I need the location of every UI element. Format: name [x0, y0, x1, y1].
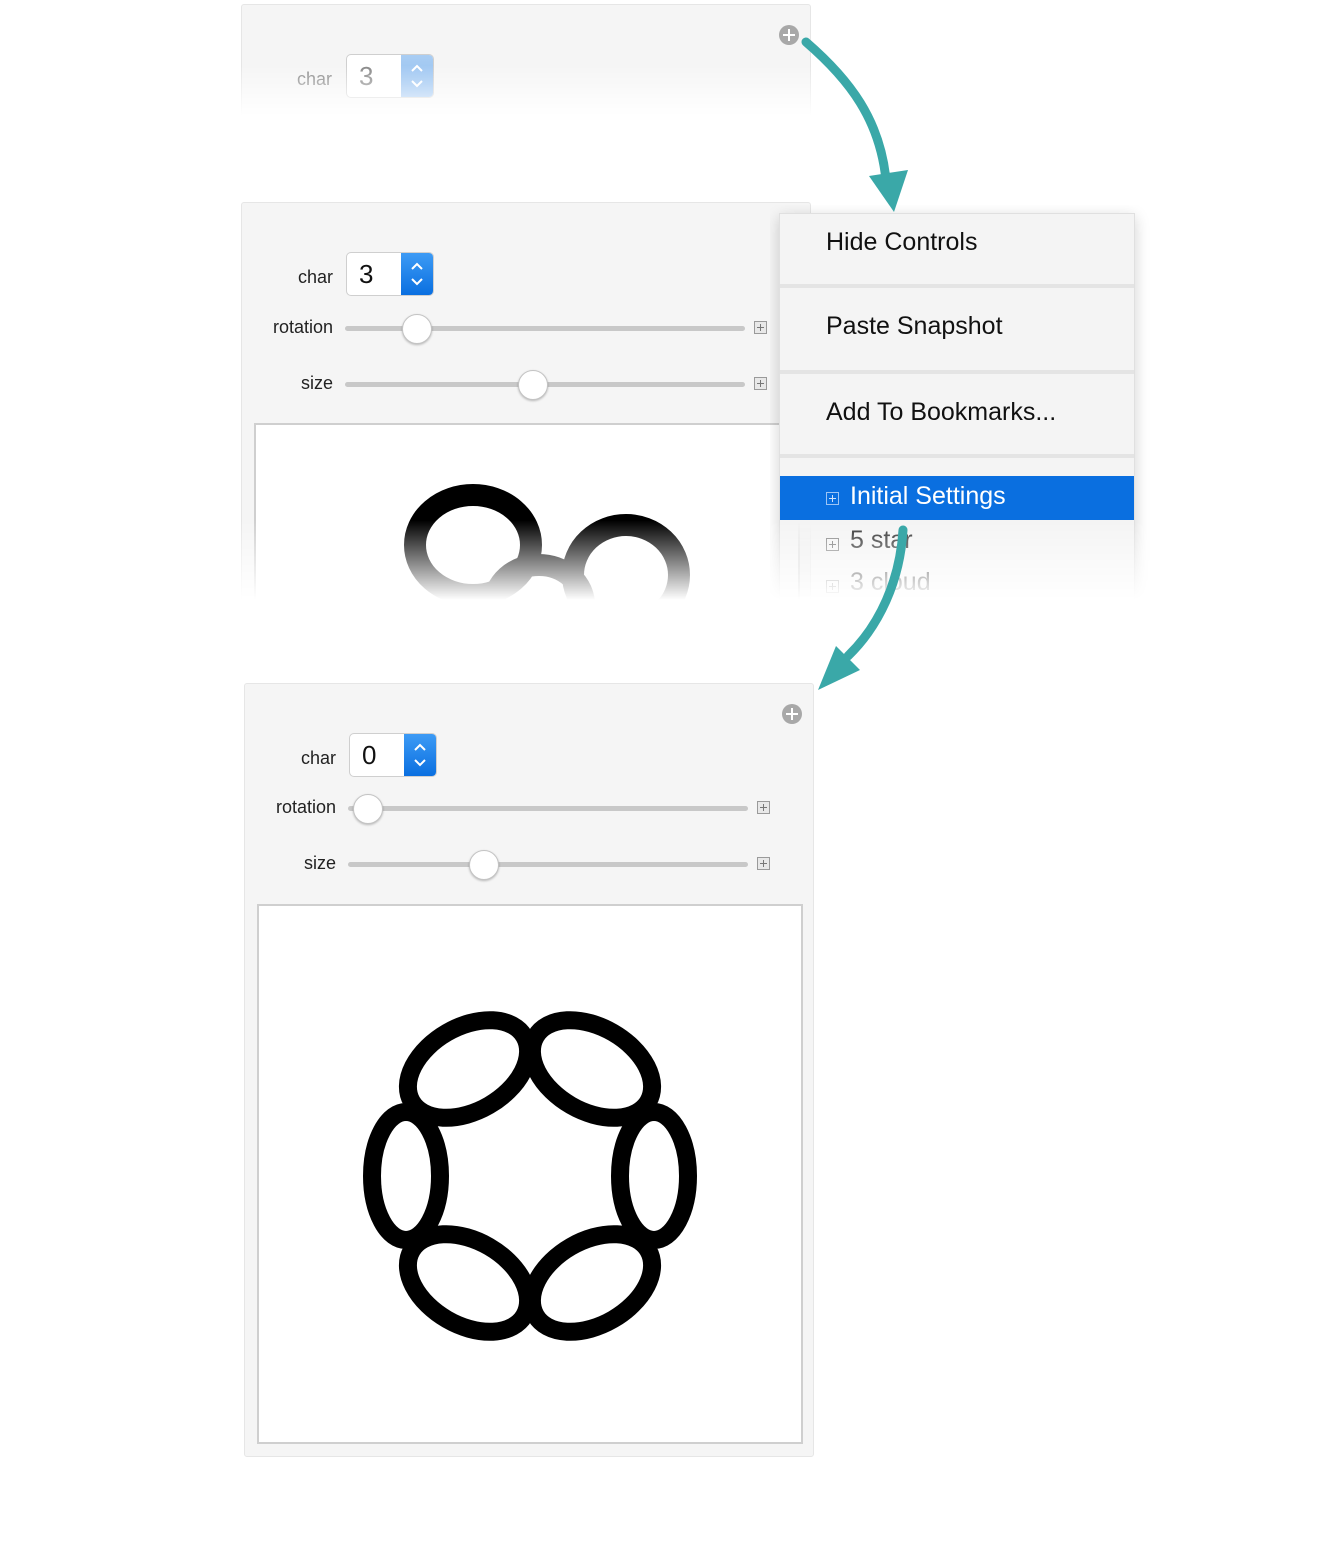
chevron-up-down-icon: [411, 64, 423, 88]
options-gear-icon[interactable]: [779, 25, 799, 45]
spinner-arrows[interactable]: [401, 55, 433, 97]
size-label: size: [300, 373, 333, 393]
char-value: 3: [359, 61, 374, 91]
menu-separator: [780, 370, 1134, 374]
size-slider-thumb[interactable]: [469, 850, 499, 880]
rotation-slider-thumb[interactable]: [353, 794, 383, 824]
char-label: char: [296, 69, 332, 89]
char-label: char: [300, 748, 336, 768]
panel-2-wrapper: char 3 rotation size: [241, 202, 811, 600]
rotation-slider-thumb[interactable]: [402, 314, 432, 344]
panel-1-wrapper: char 3: [241, 4, 811, 116]
spinner-arrows[interactable]: [404, 734, 436, 776]
chevron-up-down-icon: [414, 743, 426, 767]
menu-item-paste-snapshot[interactable]: Paste Snapshot: [826, 312, 1003, 341]
context-menu: Hide Controls Paste Snapshot Add To Book…: [779, 213, 1135, 600]
bookmark-expand-icon: [826, 538, 839, 551]
rotation-label: rotation: [275, 797, 336, 817]
char-spinner[interactable]: 3: [346, 252, 434, 296]
manipulate-panel-1: char 3: [241, 4, 811, 116]
graphics-output: [254, 423, 800, 600]
rotation-label: rotation: [272, 317, 333, 337]
options-gear-icon[interactable]: [782, 704, 802, 724]
rotation-expand-icon[interactable]: [754, 321, 767, 334]
ring-of-ovals-graphic: [363, 1011, 697, 1341]
bookmark-label: Initial Settings: [850, 482, 1006, 510]
rotation-expand-icon[interactable]: [757, 801, 770, 814]
graphics-output: [257, 904, 803, 1444]
cloud-shape-graphic: [404, 484, 690, 600]
spinner-arrows[interactable]: [401, 253, 433, 295]
menu-separator: [780, 284, 1134, 288]
size-label: size: [303, 853, 336, 873]
char-spinner[interactable]: 3: [346, 54, 434, 98]
char-value: 3: [359, 259, 374, 289]
manipulate-panel-2: char 3 rotation size: [241, 202, 811, 600]
char-value: 0: [362, 740, 377, 770]
char-label: char: [297, 267, 333, 287]
manipulate-panel-3: char 0 rotation size: [244, 683, 814, 1457]
chevron-up-down-icon: [411, 262, 423, 286]
menu-item-3-cloud[interactable]: 3 cloud: [850, 568, 931, 597]
menu-item-initial-settings[interactable]: Initial Settings: [780, 476, 1134, 520]
arrow-down-to-menu-icon: [801, 37, 891, 185]
menu-separator: [780, 454, 1134, 458]
menu-item-add-to-bookmarks[interactable]: Add To Bookmarks...: [826, 398, 1056, 427]
bookmark-expand-icon: [826, 580, 839, 593]
size-slider-thumb[interactable]: [518, 370, 548, 400]
rotation-slider[interactable]: [348, 806, 748, 811]
size-expand-icon[interactable]: [757, 857, 770, 870]
char-spinner[interactable]: 0: [349, 733, 437, 777]
context-menu-wrapper: Hide Controls Paste Snapshot Add To Book…: [770, 205, 1150, 600]
size-slider[interactable]: [348, 862, 748, 867]
arrow-head-icon: [818, 646, 860, 690]
menu-item-5-star[interactable]: 5 star: [850, 526, 913, 555]
size-expand-icon[interactable]: [754, 377, 767, 390]
bookmark-expand-icon: [826, 492, 839, 505]
menu-item-hide-controls[interactable]: Hide Controls: [826, 228, 977, 257]
